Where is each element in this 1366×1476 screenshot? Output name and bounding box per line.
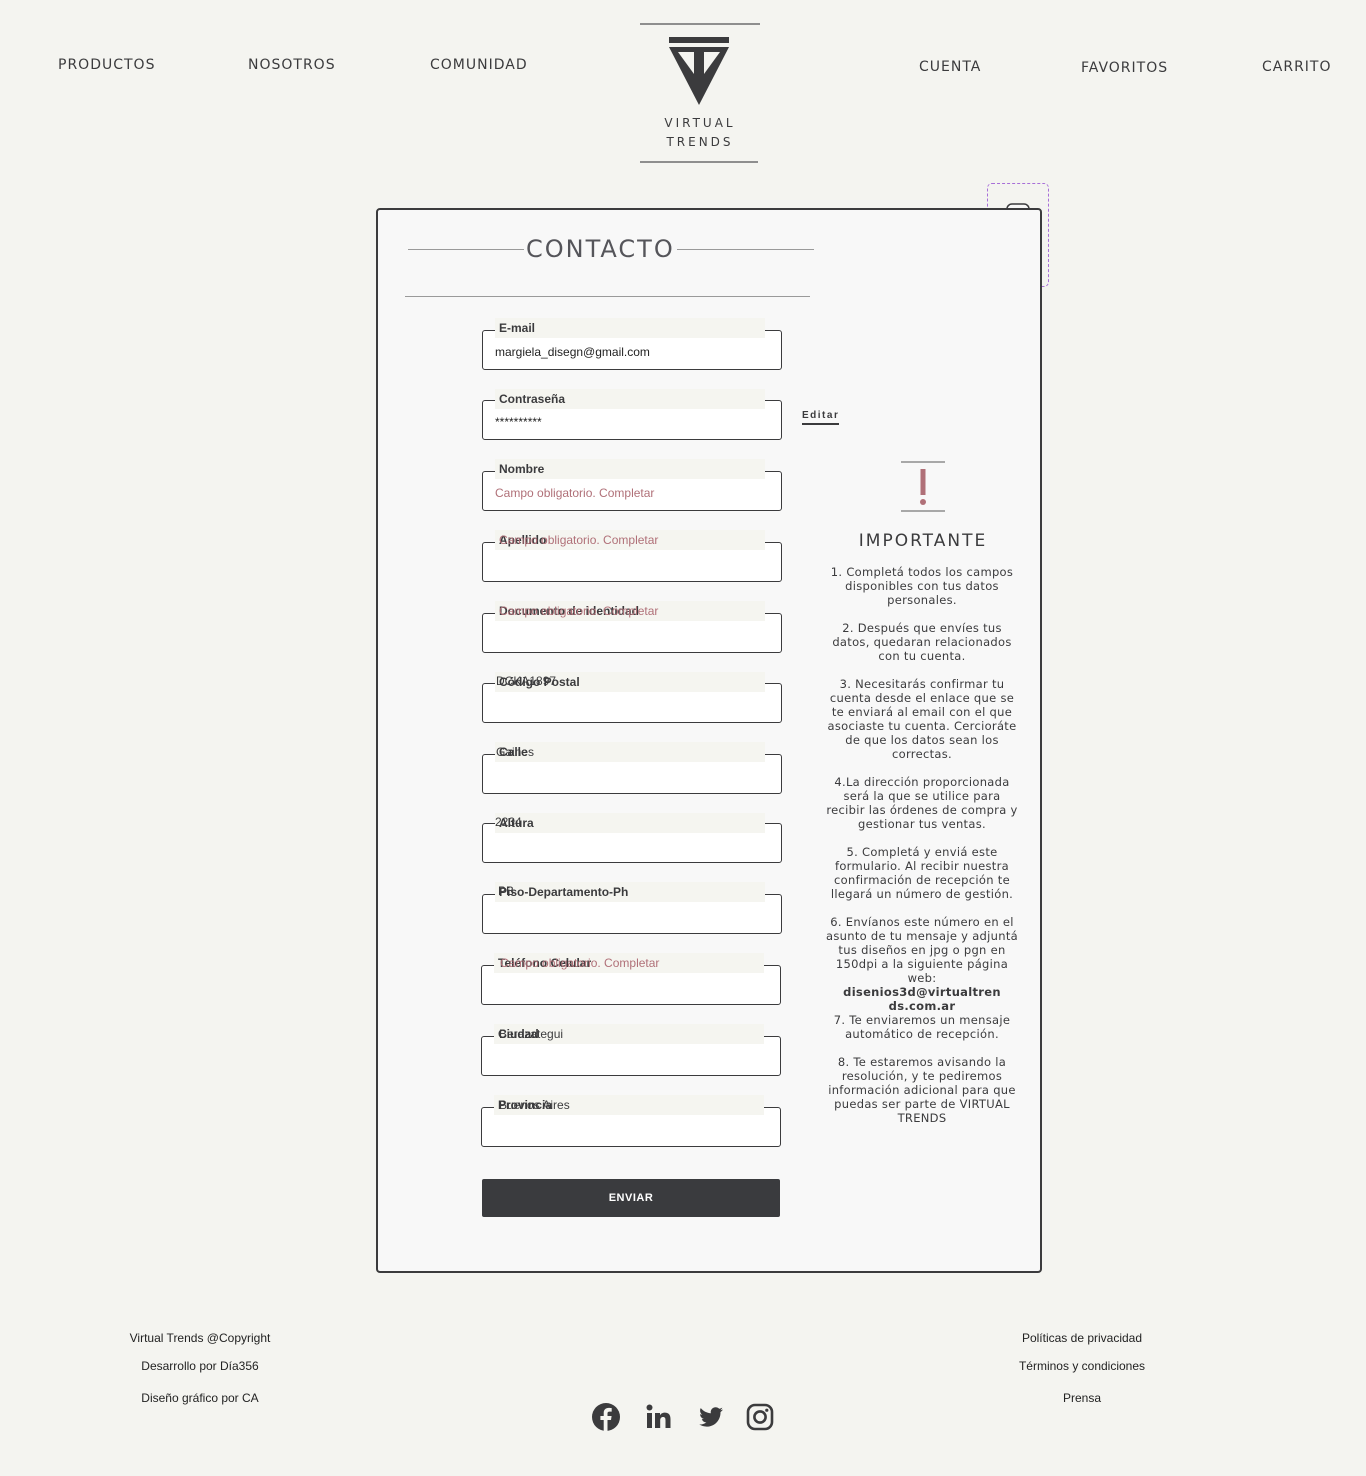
footer-privacy-link[interactable]: Políticas de privacidad (990, 1331, 1174, 1345)
important-step-6: 6. Envíanos este número en el asunto de … (826, 915, 1018, 985)
nav-cuenta[interactable]: CUENTA (919, 59, 981, 75)
important-email[interactable]: disenios3d@virtualtrends.com.ar (842, 985, 1002, 1013)
name-error-text: Campo obligatorio. Completar (495, 486, 655, 500)
logo-text-trends: TRENDS (666, 135, 734, 149)
footer-press-link[interactable]: Prensa (990, 1391, 1174, 1405)
important-step-5: 5. Completá y enviá este formulario. Al … (830, 845, 1014, 901)
password-label: Contraseña (495, 389, 765, 409)
street-number-label: Altura (495, 813, 765, 833)
submit-button[interactable]: ENVIAR (482, 1179, 780, 1217)
nav-nosotros[interactable]: NOSOTROS (248, 57, 336, 73)
instagram-icon[interactable] (745, 1402, 775, 1432)
postal-code-value: DCKA1897 (496, 674, 557, 688)
important-step-7: 7. Te enviaremos un mensaje automático d… (833, 1013, 1011, 1041)
password-value: ********** (495, 415, 542, 429)
title-underline (405, 296, 810, 297)
logo-mark-icon (669, 37, 729, 105)
mobile-phone-error-text: Campo obligatorio. Completar (500, 956, 660, 970)
email-value: margiela_disegn@gmail.com (495, 345, 650, 359)
province-value: Buenos Aires (499, 1098, 570, 1112)
lastname-error-text: Campo obligatorio. Completar (499, 533, 659, 547)
nav-comunidad[interactable]: COMUNIDAD (430, 57, 528, 73)
warning-exclamation-icon (901, 461, 945, 512)
footer-development-credit[interactable]: Desarrollo por Día356 (100, 1359, 300, 1373)
street-number-value: 2234 (495, 815, 522, 829)
important-step-3: 3. Necesitarás confirmar tu cuenta desde… (827, 677, 1017, 761)
linkedin-icon[interactable] (644, 1402, 674, 1432)
logo-text-virtual: VIRTUAL (664, 116, 736, 130)
floor-apartment-label: Piso-Departamento-Ph (495, 882, 765, 902)
document-id-error-text: Campo obligatorio. Completar (499, 604, 659, 618)
twitter-icon[interactable] (696, 1402, 726, 1432)
important-step-4: 4.La dirección proporcionada será la que… (826, 775, 1018, 831)
footer-copyright: Virtual Trends @Copyright (129, 1331, 271, 1345)
name-label: Nombre (495, 459, 765, 479)
street-label: Calle (495, 742, 765, 762)
floor-apartment-value: PB (498, 884, 515, 898)
footer-terms-link[interactable]: Términos y condiciones (990, 1359, 1174, 1373)
edit-password-link[interactable]: Editar (802, 410, 840, 425)
footer-design-credit[interactable]: Diseño gráfico por CA (100, 1391, 300, 1405)
logo-bottom-rule (640, 161, 758, 163)
important-step-2: 2. Después que envíes tus datos, quedara… (832, 621, 1012, 663)
nav-carrito[interactable]: CARRITO (1262, 59, 1332, 75)
nav-productos[interactable]: PRODUCTOS (58, 57, 155, 73)
important-step-8: 8. Te estaremos avisando la resolución, … (828, 1055, 1016, 1125)
facebook-icon[interactable] (591, 1402, 621, 1432)
logo-top-rule (640, 23, 760, 25)
important-title: IMPORTANTE (858, 531, 988, 551)
page-title: CONTACTO (524, 234, 677, 264)
street-value: Gaines (496, 745, 535, 759)
nav-favoritos[interactable]: FAVORITOS (1081, 60, 1168, 76)
email-label: E-mail (495, 318, 765, 338)
city-value: Berazategui (499, 1027, 564, 1041)
important-step-1: 1. Completá todos los campos disponibles… (830, 565, 1014, 607)
